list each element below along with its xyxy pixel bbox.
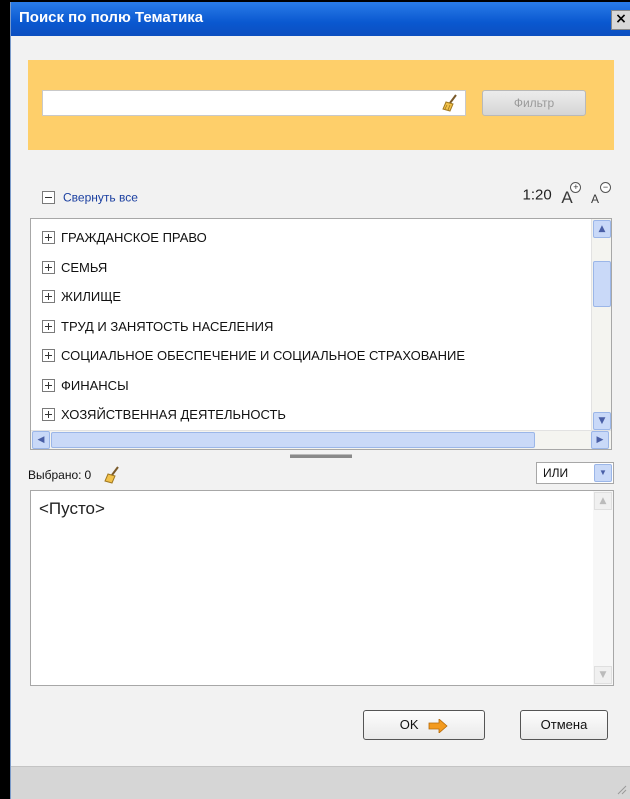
- selected-count: 0: [84, 468, 92, 482]
- filter-panel: Фильтр: [28, 60, 614, 150]
- broom-icon[interactable]: [103, 465, 123, 485]
- selected-count-row: Выбрано: 0: [28, 465, 123, 485]
- scroll-down-icon[interactable]: ▼: [594, 666, 612, 684]
- tree-item-label: ФИНАНСЫ: [61, 377, 129, 393]
- expand-plus-icon[interactable]: [42, 408, 55, 422]
- vertical-scroll-thumb[interactable]: [593, 261, 611, 307]
- tree-item[interactable]: ГРАЖДАНСКОЕ ПРАВО: [31, 223, 591, 253]
- tree-list: ГРАЖДАНСКОЕ ПРАВО СЕМЬЯ ЖИЛИЩЕ ТРУД И ЗА…: [31, 223, 591, 429]
- topic-tree: ГРАЖДАНСКОЕ ПРАВО СЕМЬЯ ЖИЛИЩЕ ТРУД И ЗА…: [30, 218, 612, 450]
- expand-plus-icon[interactable]: [42, 260, 55, 274]
- tree-item-label: СОЦИАЛЬНОЕ ОБЕСПЕЧЕНИЕ И СОЦИАЛЬНОЕ СТРА…: [61, 348, 466, 364]
- selected-items-box: <Пусто> ▲ ▼: [30, 490, 614, 686]
- scroll-right-icon[interactable]: ▶: [591, 431, 609, 449]
- tree-item[interactable]: СОЦИАЛЬНОЕ ОБЕСПЕЧЕНИЕ И СОЦИАЛЬНОЕ СТРА…: [31, 341, 591, 371]
- tree-item[interactable]: ХОЗЯЙСТВЕННАЯ ДЕЯТЕЛЬНОСТЬ: [31, 400, 591, 429]
- scroll-down-icon[interactable]: ▼: [593, 412, 611, 430]
- tree-item[interactable]: ЖИЛИЩЕ: [31, 282, 591, 312]
- tree-item[interactable]: ТРУД И ЗАНЯТОСТЬ НАСЕЛЕНИЯ: [31, 312, 591, 342]
- tree-item-label: ЖИЛИЩЕ: [61, 289, 122, 305]
- collapse-minus-icon: [42, 191, 55, 204]
- ok-button[interactable]: OK: [363, 710, 485, 740]
- zoom-controls: 1:20 A + A −: [522, 182, 611, 207]
- tree-item-label: ТРУД И ЗАНЯТОСТЬ НАСЕЛЕНИЯ: [61, 318, 274, 334]
- zoom-out-icon[interactable]: A −: [589, 182, 611, 206]
- collapse-all-link[interactable]: Свернуть все: [42, 190, 138, 208]
- logic-operator-select[interactable]: ИЛИ ▼: [536, 462, 614, 484]
- splitter-handle[interactable]: [290, 454, 352, 458]
- logic-operator-value: ИЛИ: [543, 466, 569, 480]
- filter-input-wrapper: [42, 90, 466, 116]
- empty-placeholder: <Пусто>: [39, 499, 105, 518]
- expand-plus-icon[interactable]: [42, 319, 55, 333]
- tree-horizontal-scrollbar[interactable]: ◀ ▶: [31, 430, 611, 449]
- tree-item[interactable]: ФИНАНСЫ: [31, 371, 591, 401]
- broom-icon[interactable]: [441, 93, 461, 113]
- selected-label: Выбрано:: [28, 468, 82, 482]
- horizontal-scroll-thumb[interactable]: [51, 432, 535, 448]
- status-bar: [11, 766, 630, 799]
- cancel-button[interactable]: Отмена: [520, 710, 608, 740]
- expand-plus-icon[interactable]: [42, 231, 55, 245]
- title-bar[interactable]: Поиск по полю Тематика ×: [11, 2, 630, 36]
- close-button[interactable]: ×: [611, 10, 630, 30]
- expand-plus-icon[interactable]: [42, 378, 55, 392]
- scroll-up-icon[interactable]: ▲: [594, 492, 612, 510]
- expand-plus-icon[interactable]: [42, 349, 55, 363]
- dialog-window: Поиск по полю Тематика × Фильтр Свернуть…: [10, 2, 630, 799]
- tree-item[interactable]: СЕМЬЯ: [31, 253, 591, 283]
- window-title: Поиск по полю Тематика: [19, 9, 204, 26]
- tree-item-label: ГРАЖДАНСКОЕ ПРАВО: [61, 230, 207, 246]
- selected-vertical-scrollbar[interactable]: ▲ ▼: [593, 491, 613, 685]
- scroll-up-icon[interactable]: ▲: [593, 220, 611, 238]
- dialog-content: Фильтр Свернуть все 1:20 A + A − ГРАЖДАНСК…: [11, 36, 630, 799]
- resize-grip-icon[interactable]: [615, 783, 627, 795]
- scroll-left-icon[interactable]: ◀: [32, 431, 50, 449]
- tree-vertical-scrollbar[interactable]: ▲ ▼: [591, 219, 611, 431]
- expand-plus-icon[interactable]: [42, 290, 55, 304]
- chevron-down-icon[interactable]: ▼: [594, 464, 612, 482]
- filter-button[interactable]: Фильтр: [482, 90, 586, 116]
- filter-input[interactable]: [43, 91, 438, 115]
- tree-item-label: СЕМЬЯ: [61, 259, 108, 275]
- collapse-all-label: Свернуть все: [63, 190, 138, 205]
- tree-item-label: ХОЗЯЙСТВЕННАЯ ДЕЯТЕЛЬНОСТЬ: [61, 407, 286, 423]
- zoom-level: 1:20: [522, 186, 552, 204]
- zoom-in-icon[interactable]: A +: [559, 182, 582, 207]
- arrow-right-icon: [428, 718, 448, 733]
- ok-label: OK: [399, 717, 419, 732]
